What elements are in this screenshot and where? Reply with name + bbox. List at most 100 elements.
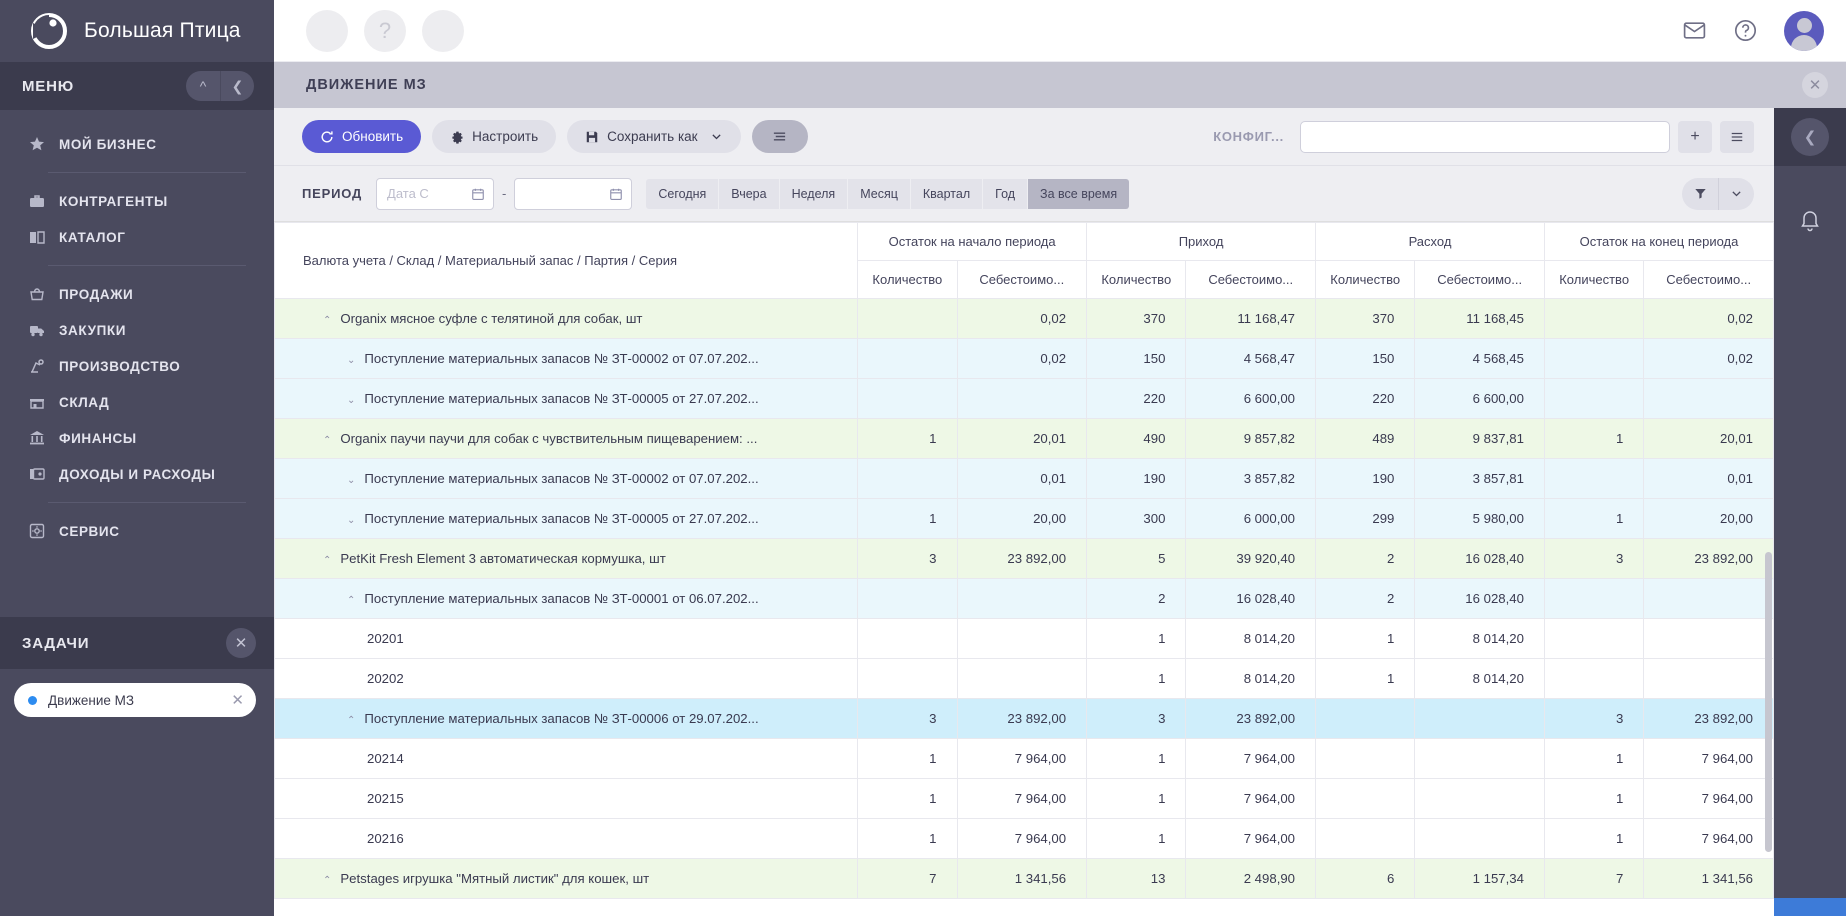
row-value-cell[interactable]: 1 [1543,818,1645,859]
row-value-cell[interactable]: 8 014,20 [1414,618,1545,659]
row-name-cell[interactable]: ⌃ Organix мясное суфле с телятиной для со… [274,298,859,339]
row-value-cell[interactable] [1543,378,1645,419]
row-value-cell[interactable]: 20,00 [1643,498,1774,539]
hamburger-menu-button[interactable] [751,120,808,153]
row-value-cell[interactable] [1543,658,1645,699]
row-value-cell[interactable]: 20,01 [956,418,1088,459]
name-column-header[interactable]: Валюта учета / Склад / Материальный запа… [274,222,859,299]
period-preset-yesterday[interactable]: Вчера [719,178,780,209]
row-value-cell[interactable]: 190 [1315,458,1416,499]
row-value-cell[interactable] [1543,618,1645,659]
row-value-cell[interactable]: 7 964,00 [956,778,1088,819]
row-value-cell[interactable]: 0,02 [1643,298,1774,339]
row-value-cell[interactable]: 0,02 [1643,338,1774,379]
chevron-down-icon[interactable]: ⌄ [347,515,355,526]
row-value-cell[interactable] [956,658,1088,699]
config-input[interactable] [1300,120,1670,153]
chevron-down-icon[interactable]: ⌄ [347,475,355,486]
row-name-cell[interactable]: ⌃ Petstages игрушка "Мятный листик" для к… [274,858,859,899]
row-value-cell[interactable]: 1 [857,498,958,539]
row-value-cell[interactable]: 7 964,00 [1185,778,1317,819]
group-header-closing-balance[interactable]: Остаток на конец периода [1543,222,1774,261]
row-value-cell[interactable] [1543,338,1645,379]
table-row[interactable]: 20214 1 7 964,00 1 7 964,00 1 7 964,00 [274,738,1774,779]
placeholder-circle-3[interactable] [422,9,464,52]
row-value-cell[interactable]: 3 [857,698,958,739]
row-value-cell[interactable]: 7 964,00 [1643,738,1774,779]
calendar-icon[interactable] [471,187,485,201]
vertical-scrollbar[interactable] [1765,552,1772,852]
row-value-cell[interactable]: 16 028,40 [1414,538,1545,579]
subheader-closing-qty[interactable]: Количество [1543,260,1645,299]
row-value-cell[interactable]: 0,02 [956,298,1088,339]
row-value-cell[interactable] [956,378,1088,419]
close-icon[interactable]: ✕ [226,628,256,658]
row-value-cell[interactable]: 8 014,20 [1185,618,1317,659]
row-value-cell[interactable]: 1 341,56 [956,858,1088,899]
row-value-cell[interactable] [857,458,958,499]
row-value-cell[interactable]: 7 964,00 [1643,778,1774,819]
sidebar-item-income-expenses[interactable]: ДОХОДЫ И РАСХОДЫ [0,456,274,492]
row-value-cell[interactable]: 3 857,81 [1414,458,1545,499]
row-value-cell[interactable]: 1 [857,418,958,459]
row-name-cell[interactable]: ⌃ PetKit Fresh Element 3 автоматическая к… [274,538,859,579]
chevron-up-icon[interactable]: ⌃ [323,555,331,566]
row-value-cell[interactable]: 7 964,00 [1643,818,1774,859]
row-value-cell[interactable]: 0,01 [1643,458,1774,499]
row-name-cell[interactable]: ⌃ Organix паучи паучи для собак с чувстви… [274,418,859,459]
group-header-incoming[interactable]: Приход [1086,222,1317,261]
row-value-cell[interactable]: 7 964,00 [1185,818,1317,859]
row-value-cell[interactable]: 1 [857,778,958,819]
row-value-cell[interactable]: 7 [857,858,958,899]
row-value-cell[interactable]: 3 [1543,698,1645,739]
row-value-cell[interactable]: 6 [1315,858,1416,899]
row-value-cell[interactable] [1315,778,1416,819]
row-value-cell[interactable]: 23 892,00 [1643,698,1774,739]
row-value-cell[interactable]: 1 [1315,658,1416,699]
row-value-cell[interactable]: 20,00 [956,498,1088,539]
close-icon[interactable]: ✕ [231,691,244,709]
mail-icon[interactable] [1682,18,1707,43]
row-value-cell[interactable] [1414,738,1545,779]
chevron-left-icon[interactable]: ❮ [1791,118,1829,156]
row-value-cell[interactable]: 9 857,82 [1185,418,1317,459]
row-value-cell[interactable] [1315,738,1416,779]
row-value-cell[interactable]: 150 [1315,338,1416,379]
add-config-button[interactable]: + [1678,120,1712,153]
row-value-cell[interactable]: 489 [1315,418,1416,459]
row-value-cell[interactable]: 7 [1543,858,1645,899]
calendar-icon[interactable] [609,187,623,201]
subheader-outgoing-qty[interactable]: Количество [1315,260,1416,299]
sidebar-item-production[interactable]: ПРОИЗВОДСТВО [0,348,274,384]
date-from-input[interactable] [387,186,472,201]
sidebar-item-catalog[interactable]: КАТАЛОГ [0,219,274,255]
row-value-cell[interactable]: 16 028,40 [1185,578,1317,619]
sidebar-item-purchases[interactable]: ЗАКУПКИ [0,312,274,348]
row-value-cell[interactable] [857,378,958,419]
row-value-cell[interactable]: 1 [1543,498,1645,539]
row-value-cell[interactable]: 4 568,47 [1185,338,1317,379]
date-to-input[interactable] [525,186,610,201]
row-value-cell[interactable]: 1 [1086,778,1187,819]
close-icon[interactable]: ✕ [1802,72,1828,98]
row-value-cell[interactable]: 8 014,20 [1414,658,1545,699]
period-preset-today[interactable]: Сегодня [646,178,720,209]
table-row[interactable]: ⌃ Organix паучи паучи для собак с чувстви… [274,418,1774,459]
subheader-opening-qty[interactable]: Количество [857,260,958,299]
row-value-cell[interactable]: 5 980,00 [1414,498,1545,539]
row-value-cell[interactable]: 39 920,40 [1185,538,1317,579]
configure-button[interactable]: Настроить [432,120,557,153]
sidebar-item-service[interactable]: СЕРВИС [0,513,274,549]
row-value-cell[interactable] [1643,618,1774,659]
table-row[interactable]: ⌃ PetKit Fresh Element 3 автоматическая к… [274,538,1774,579]
row-value-cell[interactable]: 16 028,40 [1414,578,1545,619]
row-value-cell[interactable]: 150 [1086,338,1187,379]
row-name-cell[interactable]: 20215 [274,778,859,819]
row-value-cell[interactable]: 3 [857,538,958,579]
chevron-up-icon[interactable]: ⌃ [347,715,355,726]
row-name-cell[interactable]: ⌃ Поступление материальных запасов № ЗТ-0… [274,578,859,619]
chevron-up-icon[interactable]: ^ [186,71,220,101]
row-value-cell[interactable] [956,618,1088,659]
period-preset-month[interactable]: Месяц [848,178,911,209]
subheader-outgoing-cost[interactable]: Себестоимо... [1414,260,1545,299]
